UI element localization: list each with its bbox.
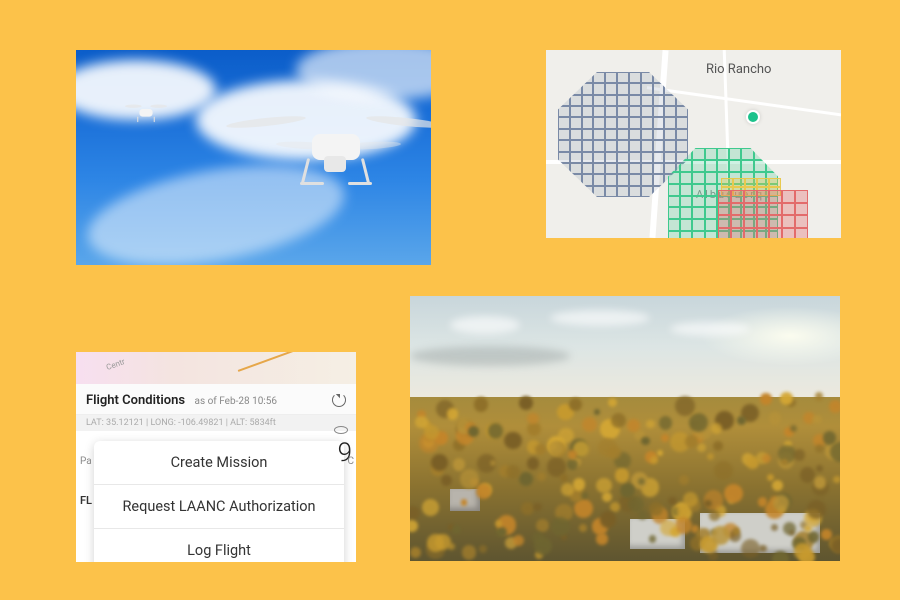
drone-small — [130, 107, 163, 124]
action-sheet: Create Mission Request LAANC Authorizati… — [94, 441, 344, 562]
treeline — [410, 397, 840, 561]
log-flight-button[interactable]: Log Flight — [94, 529, 344, 562]
visibility-icon[interactable] — [334, 426, 348, 434]
flight-conditions-title: Flight Conditions — [86, 393, 185, 408]
map-location-marker — [746, 110, 760, 124]
create-mission-button[interactable]: Create Mission — [94, 441, 344, 485]
airspace-grid-map: Rio Rancho Albuquerqu — [546, 50, 841, 238]
menu-map-strip: Centr — [76, 352, 356, 384]
flight-conditions-header: Flight Conditions as of Feb-28 10:56 — [76, 384, 356, 415]
flight-conditions-panel: Centr Flight Conditions as of Feb-28 10:… — [76, 352, 356, 562]
background-label-fl: FL — [80, 494, 92, 507]
map-city-label: Rio Rancho — [706, 62, 771, 77]
refresh-icon[interactable] — [332, 393, 346, 407]
background-label-right: C — [347, 456, 354, 467]
drone-large — [256, 120, 416, 200]
sun-haze — [700, 306, 840, 366]
drone-sky-photo — [76, 50, 431, 265]
sky — [410, 296, 840, 397]
aerial-city-photo — [410, 296, 840, 561]
map-street-label: Centr — [105, 357, 126, 372]
request-laanc-button[interactable]: Request LAANC Authorization — [94, 485, 344, 529]
grid-overlay-red — [718, 190, 808, 238]
flight-conditions-timestamp: as of Feb-28 10:56 — [195, 396, 277, 407]
background-label-left: Pa — [80, 456, 92, 467]
coordinates-readout: LAT: 35.12121 | LONG: -106.49821 | ALT: … — [76, 415, 356, 431]
